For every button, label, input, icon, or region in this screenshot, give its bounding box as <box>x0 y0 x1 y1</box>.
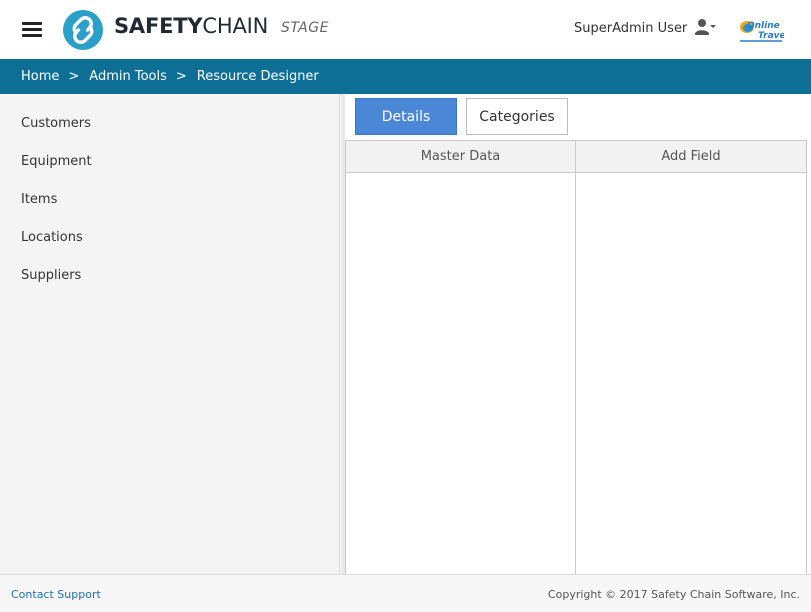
contact-support-link[interactable]: Contact Support <box>11 588 101 601</box>
breadcrumb-admin-tools[interactable]: Admin Tools <box>89 69 167 84</box>
main-panel: Details Categories Master Data Add Field <box>345 94 811 575</box>
sidebar-item-customers[interactable]: Customers <box>21 116 91 131</box>
breadcrumb-home[interactable]: Home <box>21 69 59 84</box>
user-name-label[interactable]: SuperAdmin User <box>574 21 687 36</box>
brand-logo-line2: Travel <box>758 31 784 41</box>
breadcrumb-separator-icon: > <box>68 69 80 84</box>
breadcrumb: Home > Admin Tools > Resource Designer <box>0 59 811 94</box>
breadcrumb-resource-designer: Resource Designer <box>196 69 319 84</box>
breadcrumb-separator-icon: > <box>175 69 187 84</box>
sidebar-item-locations[interactable]: Locations <box>21 230 83 245</box>
add-field-header: Add Field <box>576 141 806 173</box>
brand-logo-line1: Online <box>747 21 780 31</box>
footer: Contact Support Copyright © 2017 Safety … <box>0 574 811 612</box>
app-logo-text[interactable]: SAFETYCHAIN <box>114 14 268 38</box>
hamburger-menu-icon[interactable] <box>22 22 42 38</box>
add-field-column: Add Field <box>576 141 806 575</box>
sidebar-item-suppliers[interactable]: Suppliers <box>21 268 81 283</box>
sidebar-item-equipment[interactable]: Equipment <box>21 154 92 169</box>
user-dropdown-icon[interactable] <box>694 17 716 37</box>
online-travel-logo: Online Travel <box>740 21 784 42</box>
top-header: SAFETYCHAIN STAGE SuperAdmin User Online… <box>0 0 811 59</box>
logo-regular-text: CHAIN <box>202 14 269 38</box>
safetychain-logo-icon <box>63 10 103 50</box>
copyright-text: Copyright © 2017 Safety Chain Software, … <box>547 588 800 601</box>
sidebar-item-items[interactable]: Items <box>21 192 57 207</box>
tab-categories[interactable]: Categories <box>466 98 568 135</box>
designer-grid: Master Data Add Field <box>345 140 807 575</box>
tab-details[interactable]: Details <box>355 98 457 135</box>
sidebar: Customers Equipment Items Locations Supp… <box>0 94 340 574</box>
environment-label: STAGE <box>281 20 329 36</box>
logo-bold-text: SAFETY <box>114 14 203 38</box>
master-data-column: Master Data <box>346 141 576 575</box>
master-data-header: Master Data <box>346 141 575 173</box>
